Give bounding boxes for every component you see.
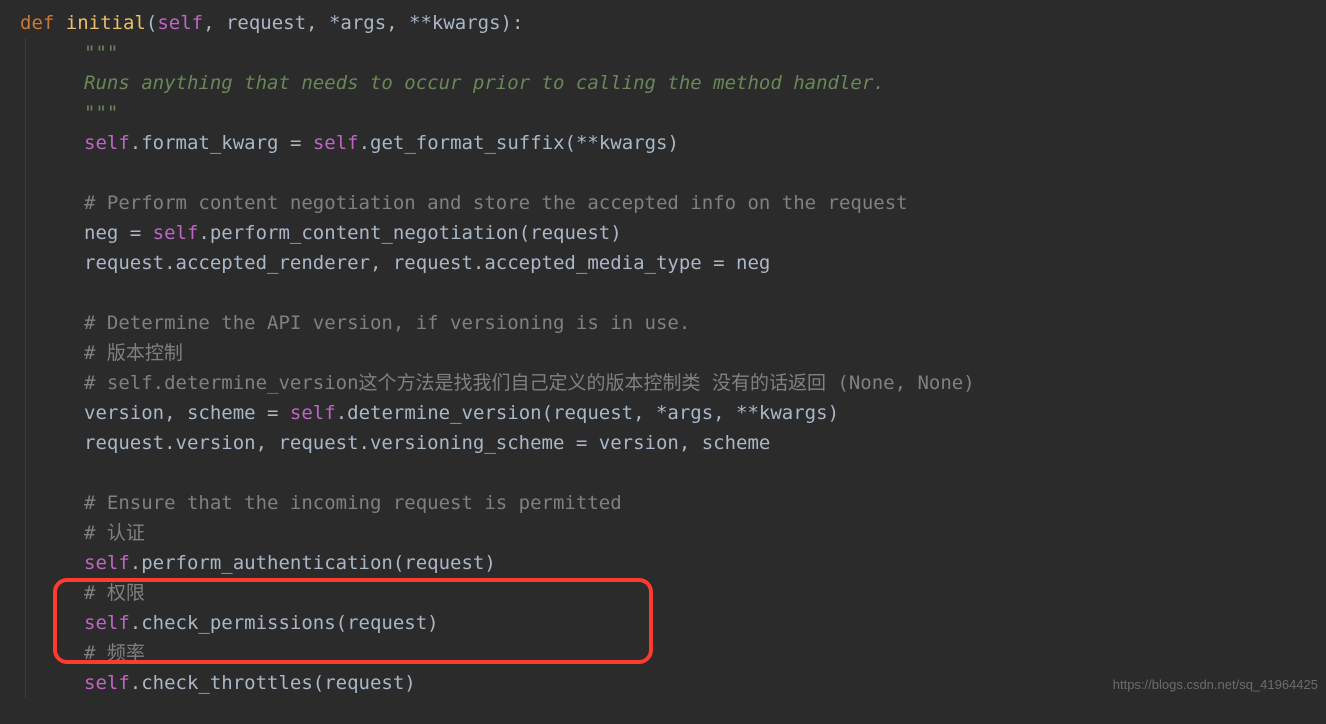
line-check-permissions: self.check_permissions(request) xyxy=(84,608,1306,638)
param-request: request xyxy=(226,12,306,34)
blank-line xyxy=(84,458,1306,488)
param-self: self xyxy=(157,12,203,34)
blank-line xyxy=(84,158,1306,188)
code-line-signature: def initial(self, request, *args, **kwar… xyxy=(20,8,1306,38)
line-neg: neg = self.perform_content_negotiation(r… xyxy=(84,218,1306,248)
keyword-def: def xyxy=(20,12,54,34)
comment-negotiation: # Perform content negotiation and store … xyxy=(84,188,1306,218)
line-versioning-scheme: request.version, request.versioning_sche… xyxy=(84,428,1306,458)
comment-version-3: # self.determine_version这个方法是找我们自己定义的版本控… xyxy=(84,368,1306,398)
line-auth: self.perform_authentication(request) xyxy=(84,548,1306,578)
comment-throttle: # 频率 xyxy=(84,638,1306,668)
function-name: initial xyxy=(66,12,146,34)
docstring-open: """ xyxy=(84,38,1306,68)
param-kwargs: **kwargs xyxy=(409,12,501,34)
watermark-text: https://blogs.csdn.net/sq_41964425 xyxy=(1113,670,1318,700)
blank-line xyxy=(84,278,1306,308)
function-body: """ Runs anything that needs to occur pr… xyxy=(25,38,1306,698)
param-args: *args xyxy=(329,12,386,34)
code-editor[interactable]: def initial(self, request, *args, **kwar… xyxy=(0,0,1326,706)
line-format-kwarg: self.format_kwarg = self.get_format_suff… xyxy=(84,128,1306,158)
line-version: version, scheme = self.determine_version… xyxy=(84,398,1306,428)
comment-version-2: # 版本控制 xyxy=(84,338,1306,368)
docstring-close: """ xyxy=(84,98,1306,128)
line-accepted: request.accepted_renderer, request.accep… xyxy=(84,248,1306,278)
comment-permission: # 权限 xyxy=(84,578,1306,608)
comment-ensure: # Ensure that the incoming request is pe… xyxy=(84,488,1306,518)
comment-auth: # 认证 xyxy=(84,518,1306,548)
comment-version-1: # Determine the API version, if versioni… xyxy=(84,308,1306,338)
docstring-text: Runs anything that needs to occur prior … xyxy=(84,68,1306,98)
